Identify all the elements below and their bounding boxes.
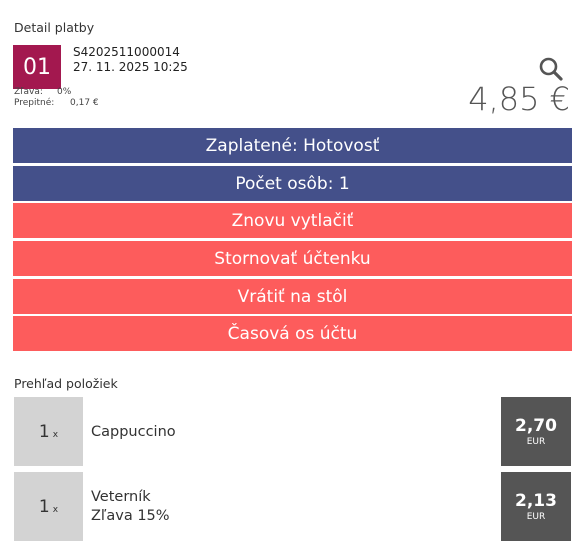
- reprint-button[interactable]: Znovu vytlačiť: [13, 203, 572, 238]
- paid-method-button[interactable]: Zaplatené: Hotovosť: [13, 128, 572, 163]
- discount-label: Zľava:: [14, 87, 43, 97]
- item-quantity-value: 1: [38, 496, 50, 517]
- items-section-title: Prehľad položiek: [14, 376, 118, 391]
- item-currency: EUR: [526, 436, 546, 447]
- total-amount: 4,85 €: [468, 80, 570, 118]
- page-title: Detail platby: [14, 20, 95, 35]
- cancel-receipt-label: Stornovať účtenku: [214, 248, 371, 269]
- item-name[interactable]: Veterník: [91, 488, 151, 507]
- item-price-box: 2,70 EUR: [501, 397, 571, 466]
- item-quantity-value: 1: [38, 421, 50, 442]
- cancel-receipt-button[interactable]: Stornovať účtenku: [13, 241, 572, 276]
- item-quantity-suffix: x: [52, 429, 59, 440]
- item-quantity-suffix: x: [52, 504, 59, 515]
- item-price-box: 2,13 EUR: [501, 472, 571, 541]
- item-price: 2,13: [515, 490, 557, 511]
- item-price: 2,70: [515, 415, 557, 436]
- item-quantity: 1 x: [14, 397, 83, 466]
- receipt-datetime: 27. 11. 2025 10:25: [73, 60, 188, 74]
- order-number-badge: 01: [13, 45, 61, 89]
- return-to-table-button[interactable]: Vrátiť na stôl: [13, 279, 572, 314]
- reprint-label: Znovu vytlačiť: [231, 210, 354, 231]
- item-name[interactable]: Cappuccino: [91, 423, 176, 442]
- search-icon[interactable]: [538, 56, 564, 82]
- tip-label: Prepitné:: [14, 98, 55, 108]
- item-discount-note: Zľava 15%: [91, 508, 170, 524]
- receipt-timeline-label: Časová os účtu: [227, 323, 358, 344]
- item-currency: EUR: [526, 511, 546, 522]
- guest-count-button[interactable]: Počet osôb: 1: [13, 166, 572, 201]
- discount-value: 0%: [57, 87, 72, 97]
- guest-count-label: Počet osôb: 1: [235, 173, 350, 194]
- paid-method-label: Zaplatené: Hotovosť: [205, 135, 380, 156]
- tip-value: 0,17 €: [70, 98, 99, 108]
- receipt-id: S4202511000014: [73, 45, 180, 59]
- item-quantity: 1 x: [14, 472, 83, 541]
- receipt-timeline-button[interactable]: Časová os účtu: [13, 316, 572, 351]
- return-to-table-label: Vrátiť na stôl: [237, 286, 348, 307]
